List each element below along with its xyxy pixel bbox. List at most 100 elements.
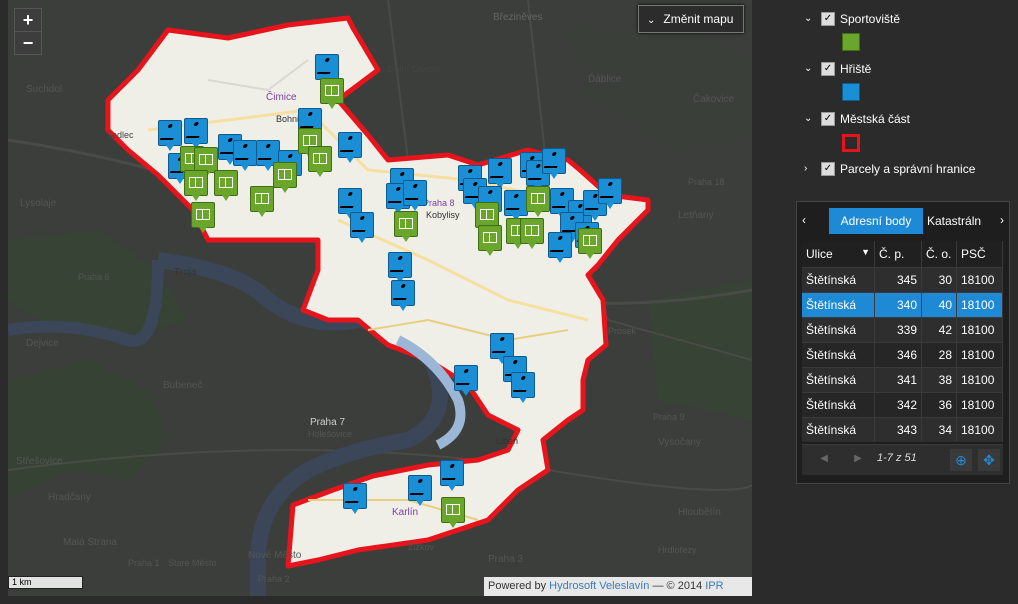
column-header-psc[interactable]: PSČ [956,241,1003,268]
tab-scroll-left-button[interactable]: ‹ [797,206,811,234]
layer-checkbox[interactable]: ✓ [821,62,835,76]
playground-icon [549,238,570,252]
playground-marker[interactable] [233,140,257,171]
place-label: Karlín [392,507,418,518]
sport-facility-marker[interactable] [394,211,418,242]
playground-icon [257,146,278,160]
pager-prev-button[interactable]: ◀ [818,451,830,467]
cell-co: 38 [921,367,957,393]
attribution-prefix: Powered by [488,580,547,592]
chevron-down-icon[interactable]: ⌄ [804,59,814,79]
playground-marker[interactable] [158,120,182,151]
sport-facility-marker[interactable] [191,202,215,233]
sport-facility-marker[interactable] [578,228,602,259]
place-label: Suchdol [26,84,62,95]
column-header-ulice[interactable]: Ulice ▼ [802,241,875,268]
playground-icon [512,378,533,392]
cell-ulice: Štětínská [802,267,875,293]
cell-cp: 346 [874,342,922,368]
chevron-down-icon[interactable]: ⌄ [804,109,814,129]
place-label: Staré Město [168,558,217,568]
table-row[interactable]: Štětínská 342 36 18100 [802,392,1003,418]
pan-arrows-icon[interactable]: ✥ [978,449,1000,471]
playground-marker[interactable] [440,460,464,491]
cell-ulice: Štětínská [802,292,875,318]
zoom-to-icon[interactable]: ⊕ [950,449,972,471]
playground-marker[interactable] [350,212,374,243]
playground-icon [505,196,526,210]
sport-field-icon [189,177,203,188]
playground-marker[interactable] [408,475,432,506]
playground-icon [299,114,320,128]
sport-facility-marker[interactable] [520,218,544,249]
playground-marker[interactable] [403,180,427,211]
place-label: Praha 6 [78,272,110,282]
chevron-down-icon[interactable]: ⌄ [804,9,814,29]
playground-marker[interactable] [315,54,339,85]
playground-marker[interactable] [548,232,572,263]
sport-facility-marker[interactable] [478,225,502,256]
playground-icon [392,286,413,300]
change-map-button[interactable]: ⌄ Změnit mapu [638,5,745,33]
district-legend-icon [842,134,860,152]
playground-marker[interactable] [598,178,622,209]
sport-facility-marker[interactable] [441,497,465,528]
column-header-cp[interactable]: Č. p. [874,241,922,268]
chevron-right-icon[interactable]: › [804,159,814,179]
layer-checkbox[interactable]: ✓ [821,162,835,176]
sport-facility-marker[interactable] [250,186,274,217]
table-row[interactable]: Štětínská 343 34 18100 [802,417,1003,442]
place-label: Dejvice [26,338,59,349]
playground-marker[interactable] [388,252,412,283]
sport-field-icon [219,177,233,188]
zoom-out-button[interactable]: − [14,31,42,55]
zoom-in-button[interactable]: + [14,8,42,32]
tab-katastralni[interactable]: Katastráln [927,208,997,234]
sport-facility-marker[interactable] [526,186,550,217]
attribution-middle: — © 2014 [649,580,706,592]
playground-marker[interactable] [542,148,566,179]
place-label: Dolní Chabry [388,64,441,74]
sport-field-icon [199,154,213,165]
sport-facility-marker[interactable] [214,170,238,201]
column-header-co[interactable]: Č. o. [921,241,957,268]
table-row[interactable]: Štětínská 339 42 18100 [802,317,1003,343]
attribution-link-hydrosoft[interactable]: Hydrosoft Veleslavín [549,580,649,592]
playground-marker[interactable] [184,118,208,149]
pager-next-button[interactable]: ▶ [852,451,864,467]
place-label: Čakovice [693,92,735,105]
sport-field-icon [446,504,460,515]
layer-label: Hřiště [840,62,872,76]
playground-marker[interactable] [338,188,362,219]
chevron-down-icon: ⌄ [647,15,656,26]
place-label: Žižkov [408,542,435,552]
table-row[interactable]: Štětínská 345 30 18100 [802,267,1003,293]
map-canvas[interactable]: Březiněves Suchdol Sedlec Lysolaje Čimic… [8,0,752,596]
place-label: Praha 3 [488,554,523,565]
sport-facility-marker[interactable] [320,78,344,109]
playground-marker[interactable] [391,280,415,311]
tab-adresni-body[interactable]: Adresní body [829,208,923,234]
playground-marker[interactable] [488,158,512,189]
sport-facility-marker[interactable] [273,162,297,193]
playground-icon [441,466,462,480]
table-row[interactable]: Štětínská 340 40 18100 [802,292,1003,318]
cell-psc: 18100 [956,292,1003,318]
sport-legend-icon [842,33,860,51]
table-row[interactable]: Štětínská 346 28 18100 [802,342,1003,368]
cell-psc: 18100 [956,417,1003,442]
playground-marker[interactable] [338,132,362,163]
playground-marker[interactable] [511,372,535,403]
layer-checkbox[interactable]: ✓ [821,12,835,26]
layer-checkbox[interactable]: ✓ [821,112,835,126]
layer-label: Městská část [840,112,911,126]
chevron-down-icon[interactable]: ▼ [861,247,870,257]
playground-marker[interactable] [504,190,528,221]
playground-marker[interactable] [343,483,367,514]
cell-psc: 18100 [956,317,1003,343]
tab-scroll-right-button[interactable]: › [995,206,1009,234]
playground-marker[interactable] [454,365,478,396]
sport-facility-marker[interactable] [184,170,208,201]
sport-facility-marker[interactable] [308,146,332,177]
table-row[interactable]: Štětínská 341 38 18100 [802,367,1003,393]
